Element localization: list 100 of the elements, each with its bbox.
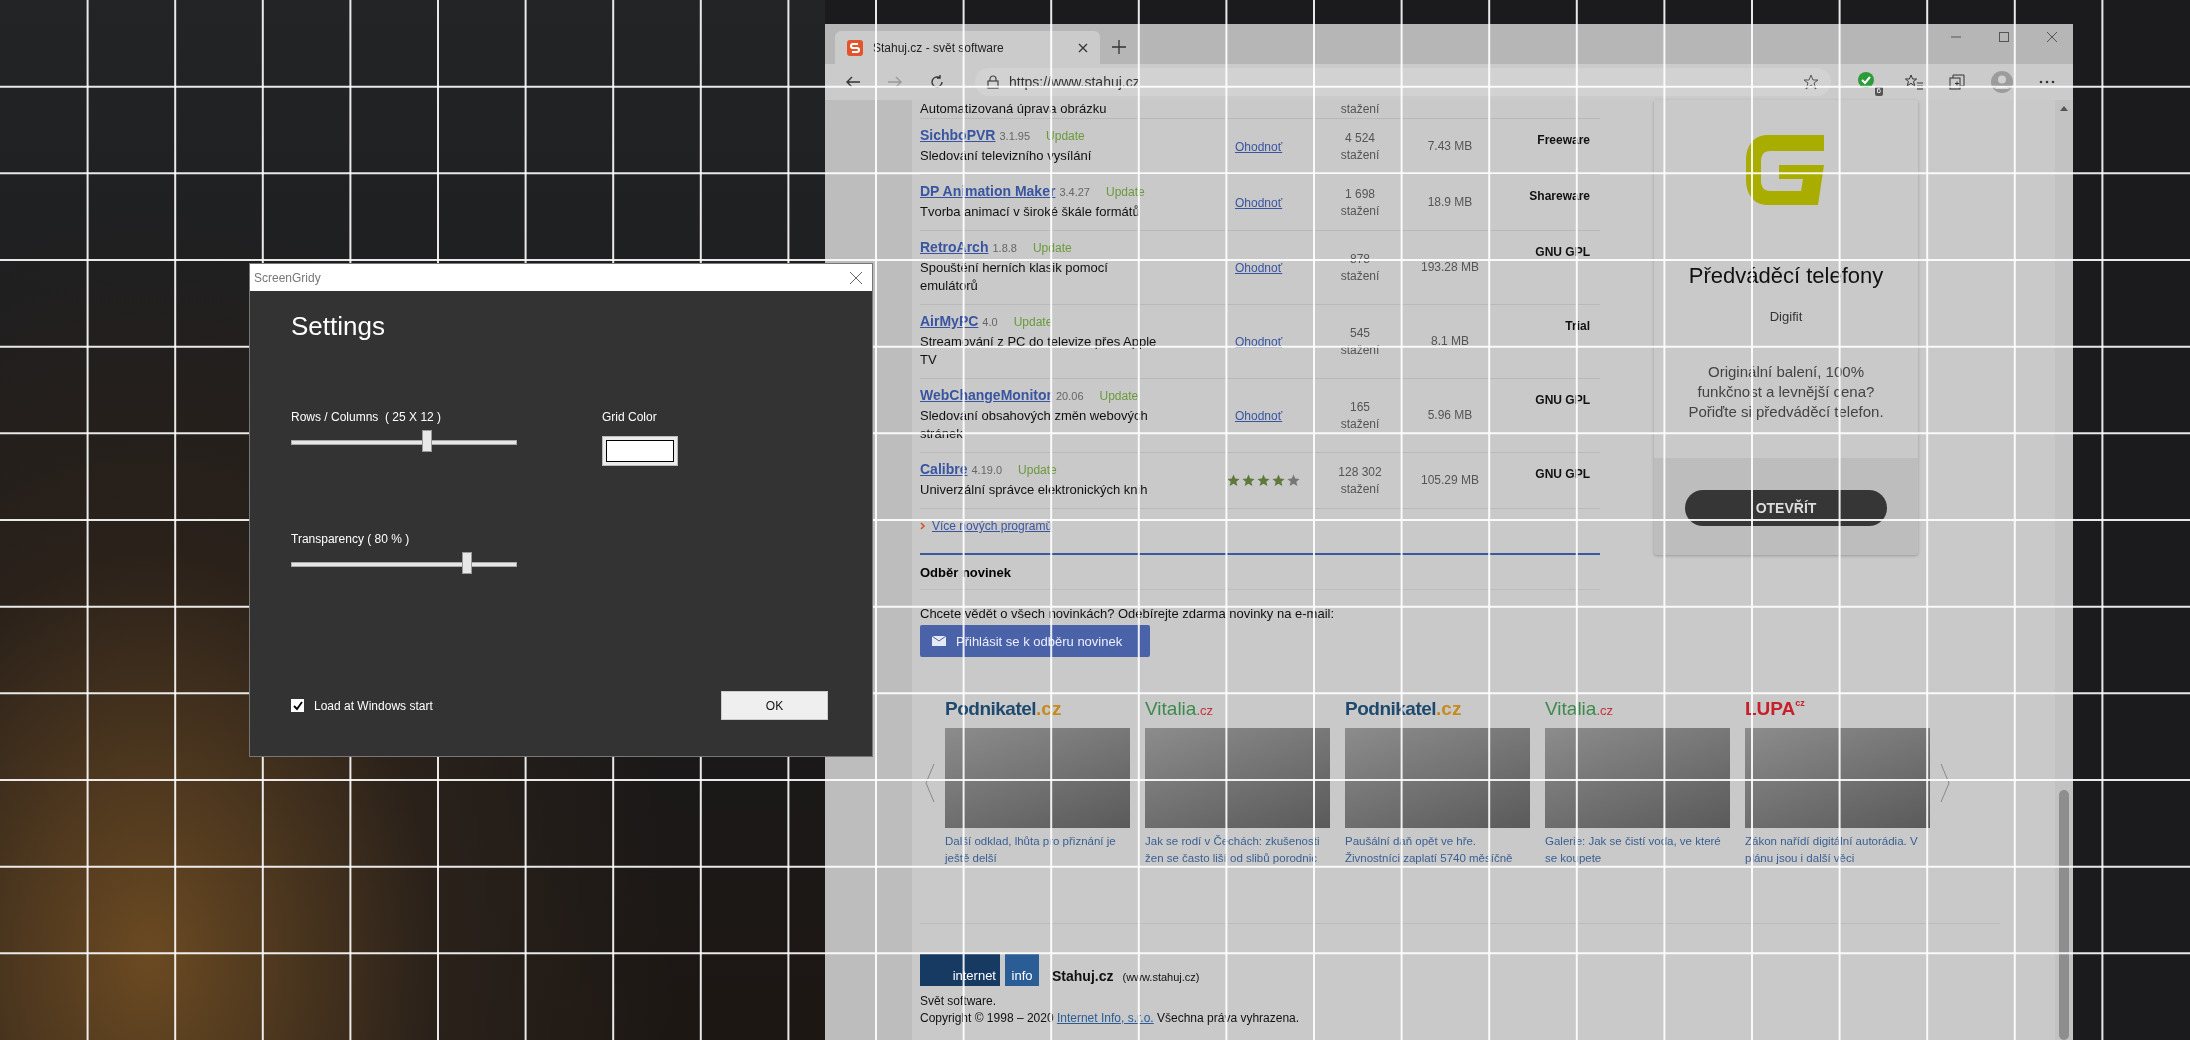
update-label: Update <box>1018 463 1057 477</box>
download-count: 4 524 <box>1345 130 1375 145</box>
downloads-unit: stažení <box>1340 342 1380 357</box>
news-site-logo[interactable]: Vitalia.cz <box>1145 698 1214 728</box>
program-name-link[interactable]: WebChangeMonitor <box>920 387 1052 403</box>
new-tab-icon[interactable] <box>1112 40 1126 54</box>
browser-tab[interactable]: Stahuj.cz - svět software <box>835 31 1100 64</box>
program-name-link[interactable]: Calibre <box>920 461 968 477</box>
rate-link[interactable]: Ohodnoť <box>1235 140 1283 154</box>
star-icon[interactable] <box>1803 74 1819 90</box>
downloads-unit: stažení <box>1340 203 1380 218</box>
license-label: Trial <box>1565 319 1590 333</box>
more-options-icon[interactable] <box>2039 80 2055 84</box>
update-label: Update <box>1105 185 1145 199</box>
program-description: Sledování obsahových změn webových stránek <box>920 407 1149 443</box>
program-name-link[interactable]: AirMyPC <box>920 313 979 329</box>
star-icon <box>1272 473 1285 487</box>
more-programs-link[interactable]: Více nových programů <box>932 519 1053 533</box>
settings-heading: Settings <box>291 311 386 342</box>
tab-title: Stahuj.cz - svět software <box>873 40 1005 55</box>
file-size: 8.1 MB <box>1431 334 1469 348</box>
ad-heading: Předváděcí telefony <box>1688 263 1884 289</box>
url-text: https://www.stahuj.cz <box>1009 74 1140 90</box>
news-site-logo[interactable]: Vitalia.cz <box>1545 698 1614 728</box>
close-icon[interactable] <box>2047 32 2057 42</box>
rate-link[interactable]: Ohodnoť <box>1235 261 1283 275</box>
downloads-unit: stažení <box>1340 481 1380 496</box>
program-version: 20.06 <box>1055 390 1084 402</box>
envelope-icon <box>932 636 946 646</box>
license-label: GNU GPL <box>1535 393 1590 407</box>
file-size: 5.96 MB <box>1427 408 1473 422</box>
downloads-unit: stažení <box>1340 416 1380 431</box>
download-count: 545 <box>1350 325 1370 340</box>
rate-link[interactable]: Ohodnoť <box>1235 196 1283 210</box>
star-icon <box>1227 473 1240 487</box>
scroll-up-arrow-icon[interactable] <box>2060 106 2068 111</box>
copyright-text: Copyright © 1998 – 2020 Internet Info, s.r.o. Všechna práva vyhrazena. <box>920 1011 1301 1025</box>
favorites-icon[interactable] <box>1905 74 1923 90</box>
file-size: 7.43 MB <box>1427 139 1473 153</box>
info-logo[interactable]: info <box>1005 954 1039 986</box>
program-description: Automatizovaná úprava obrázku <box>920 100 1108 118</box>
download-count: 878 <box>1350 251 1370 266</box>
address-bar[interactable]: https://www.stahuj.cz <box>975 68 1831 96</box>
downloads-unit: stažení <box>1340 147 1380 162</box>
slider-thumb[interactable] <box>462 552 473 574</box>
window-title: ScreenGridy <box>254 270 321 285</box>
checkbox[interactable] <box>291 699 304 712</box>
program-description: Streamování z PC do televize přes Apple TV <box>920 333 1158 369</box>
rate-link[interactable]: Ohodnoť <box>1235 409 1283 423</box>
close-icon[interactable] <box>850 271 862 284</box>
download-count: 165 <box>1350 399 1370 414</box>
program-version: 4.19.0 <box>971 464 1003 476</box>
extension-badge: 6 <box>1874 86 1883 96</box>
license-label: Freeware <box>1537 133 1590 147</box>
news-site-logo[interactable]: LUPA$^{cz}$ <box>1745 698 1805 728</box>
program-version: 4.0 <box>982 316 998 328</box>
open-button[interactable]: OTEVŘÍT <box>1685 490 1887 526</box>
site-favicon-icon <box>847 39 863 56</box>
program-name-link[interactable]: SichboPVR <box>920 127 996 143</box>
close-tab-icon[interactable] <box>1078 42 1088 53</box>
program-description: Sledování televizního vysílání <box>920 147 1093 165</box>
program-version: 1.8.8 <box>992 242 1017 254</box>
article-link[interactable]: Zákon nařídí digitální autorádia. V plánu jsou i další věci <box>1745 833 1930 867</box>
file-size: 18.9 MB <box>1427 195 1473 209</box>
update-label: Update <box>1046 129 1085 143</box>
collections-icon[interactable] <box>1949 74 1965 90</box>
star-icon <box>1287 473 1300 487</box>
slider-label: Transparency ( 80 % ) <box>291 532 411 546</box>
news-site-logo[interactable]: Podnikatel.cz <box>945 698 1062 728</box>
scrollbar[interactable] <box>2055 100 2073 1040</box>
scrollbar-thumb[interactable] <box>2059 790 2069 1040</box>
program-name-link[interactable]: DP Animation Maker <box>920 183 1056 199</box>
article-link[interactable]: Jak se rodí v Čechách: zkušenosti žen se často liší od slibů porodnic <box>1145 833 1330 867</box>
program-name-link[interactable]: RetroArch <box>920 239 989 255</box>
color-swatch[interactable] <box>602 436 678 466</box>
rate-link[interactable]: Ohodnoť <box>1235 335 1283 349</box>
star-icon <box>1257 473 1270 487</box>
company-link[interactable]: Internet Info, s.r.o. <box>1056 1011 1154 1025</box>
slider[interactable] <box>291 552 517 576</box>
program-version: 3.1.95 <box>999 130 1031 142</box>
license-label: Shareware <box>1529 189 1590 203</box>
article-link[interactable]: Galerie: Jak se čistí voda, ve které se koupete <box>1545 833 1730 867</box>
checkbox-label: Load at Windows start <box>314 698 433 713</box>
slider[interactable] <box>291 430 517 454</box>
downloads-unit: stažení <box>1339 102 1381 116</box>
article-link[interactable]: Paušální daň opět ve hře. Živnostníci zaplatí 5740 měsíčně <box>1345 833 1530 867</box>
ok-button[interactable]: OK <box>721 691 828 720</box>
license-label: GNU GPL <box>1535 245 1590 259</box>
profile-avatar-icon[interactable] <box>1991 71 2013 93</box>
site-url: (www.stahuj.cz) <box>1122 971 1200 983</box>
program-description: Spouštění herních klasik pomocí emulátorů <box>920 259 1109 295</box>
site-name: Stahuj.cz <box>1052 968 1114 984</box>
program-version: 3.4.27 <box>1059 186 1090 198</box>
g-logo-icon <box>1746 135 1826 205</box>
news-site-logo[interactable]: Podnikatel.cz <box>1345 698 1462 728</box>
newsletter-text: Chcete vědět o všech novinkách? Odebírejte zdarma novinky na e-mail: <box>920 606 1336 621</box>
maximize-icon[interactable] <box>1999 32 2009 42</box>
slider-label: Rows / Columns ( 25 X 12 ) <box>291 410 443 424</box>
article-link[interactable]: Další odklad, lhůta pro přiznání je ještě delší <box>945 833 1130 867</box>
slider-thumb[interactable] <box>421 430 432 452</box>
